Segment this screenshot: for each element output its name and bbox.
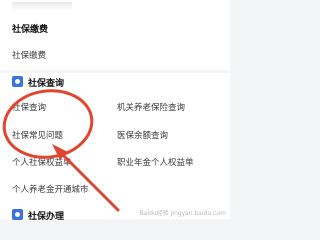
annotation-arrow bbox=[54, 146, 120, 212]
annotation-circle bbox=[2, 89, 94, 159]
watermark: Baidu经验 jingyan.baidu.com bbox=[139, 210, 226, 217]
annotation-overlay bbox=[2, 89, 120, 212]
